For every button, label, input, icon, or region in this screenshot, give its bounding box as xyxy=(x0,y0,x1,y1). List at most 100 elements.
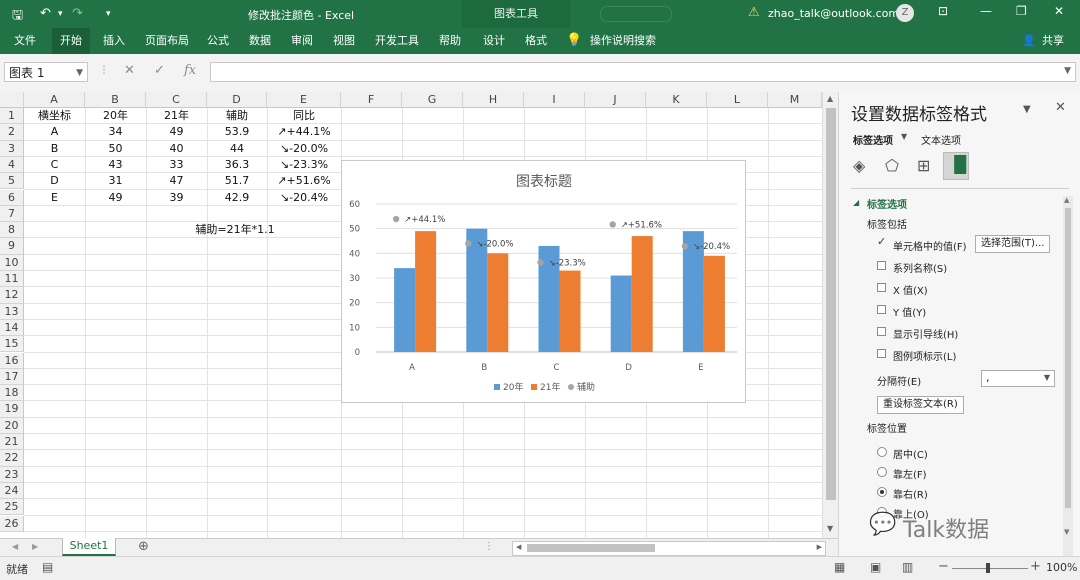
sheet-bar-splitter-icon[interactable]: ⋮ xyxy=(484,541,494,552)
chart[interactable]: 图表标题 0 10 20 30 40 50 60 ↗+44.1% ↘-20.0% ↘-23.3%… xyxy=(341,160,746,403)
data-cell[interactable]: ↘-20.0% xyxy=(267,141,341,157)
row-header[interactable]: 9 xyxy=(0,238,24,255)
data-cell[interactable]: E xyxy=(24,190,85,206)
checkbox[interactable] xyxy=(877,283,886,292)
header-cell[interactable]: 同比 xyxy=(267,108,341,124)
formula-input[interactable]: ▼ xyxy=(210,62,1076,82)
radio-button[interactable] xyxy=(877,487,887,497)
checkbox-label[interactable]: 图例项标示(L) xyxy=(893,348,956,363)
tab-text-options[interactable]: 文本选项 xyxy=(921,132,961,147)
data-cell[interactable]: 49 xyxy=(85,190,146,206)
customize-toolbar-icon[interactable]: ▾ xyxy=(106,9,111,19)
zoom-level[interactable]: 100% xyxy=(1046,561,1077,574)
row-header[interactable]: 10 xyxy=(0,254,24,271)
zoom-slider-thumb[interactable] xyxy=(986,563,990,573)
tab-page-layout[interactable]: 页面布局 xyxy=(140,28,194,54)
pane-close-icon[interactable]: ✕ xyxy=(1055,100,1066,115)
radio-label[interactable]: 居中(C) xyxy=(893,446,928,461)
tab-design[interactable]: 设计 xyxy=(476,28,512,54)
legend-entry[interactable]: 辅助 xyxy=(577,381,595,393)
enter-check-icon[interactable]: ✓ xyxy=(154,63,165,78)
horizontal-scrollbar[interactable]: ◀ ▶ xyxy=(512,541,826,556)
section-collapse-icon[interactable]: ◢ xyxy=(853,198,859,207)
cancel-icon[interactable]: ✕ xyxy=(124,63,135,78)
tab-insert[interactable]: 插入 xyxy=(96,28,132,54)
row-header[interactable]: 12 xyxy=(0,287,24,304)
label-options-icon-button[interactable]: ▐▌ xyxy=(943,152,973,180)
data-cell[interactable]: 36.3 xyxy=(207,157,267,173)
chart-title[interactable]: 图表标题 xyxy=(516,174,572,190)
column-header[interactable]: I xyxy=(524,92,585,108)
column-header[interactable]: B xyxy=(85,92,146,108)
effects-pentagon-icon[interactable]: ⬠ xyxy=(885,156,899,175)
section-label-options[interactable]: 标签选项 xyxy=(867,196,907,211)
row-header[interactable]: 7 xyxy=(0,205,24,223)
separator-select[interactable]: , ▼ xyxy=(981,370,1055,387)
data-cell[interactable]: ↘-23.3% xyxy=(267,157,341,173)
data-cell[interactable]: 42.9 xyxy=(207,190,267,206)
radio-label[interactable]: 靠右(R) xyxy=(893,486,928,501)
row-header[interactable]: 5 xyxy=(0,173,24,190)
legend-entry[interactable]: 20年 xyxy=(503,381,523,393)
row-header[interactable]: 26 xyxy=(0,515,24,532)
data-cell[interactable]: 43 xyxy=(85,157,146,173)
prev-sheet-icon[interactable]: ◀ xyxy=(12,542,18,551)
data-cell[interactable]: ↘-20.4% xyxy=(267,190,341,206)
column-header[interactable]: D xyxy=(207,92,267,108)
data-cell[interactable]: 47 xyxy=(146,173,207,189)
scroll-thumb[interactable] xyxy=(826,108,836,500)
chevron-down-icon[interactable]: ▼ xyxy=(1044,373,1050,382)
data-label[interactable]: ↗+44.1% xyxy=(404,215,445,225)
row-header[interactable]: 23 xyxy=(0,466,24,483)
account-email[interactable]: zhao_talk@outlook.com xyxy=(768,7,899,20)
bar-series2[interactable] xyxy=(487,253,509,352)
expand-formula-icon[interactable]: ▼ xyxy=(1064,66,1071,76)
bar-series2[interactable] xyxy=(631,236,653,352)
pane-scroll-down-icon[interactable]: ▼ xyxy=(1064,528,1069,536)
data-cell[interactable]: 40 xyxy=(146,141,207,157)
column-header[interactable]: F xyxy=(341,92,402,108)
sheet-tab-sheet1[interactable]: Sheet1 xyxy=(62,538,116,556)
checkbox[interactable] xyxy=(877,349,886,358)
bar-series2[interactable] xyxy=(415,231,437,352)
radio-button[interactable] xyxy=(877,467,887,477)
column-header[interactable]: A xyxy=(24,92,85,108)
row-header[interactable]: 6 xyxy=(0,189,24,206)
column-header[interactable]: H xyxy=(463,92,524,108)
bar-series1[interactable] xyxy=(394,268,416,352)
pane-scroll-up-icon[interactable]: ▲ xyxy=(1064,196,1069,204)
column-header[interactable]: C xyxy=(146,92,207,108)
zoom-in-icon[interactable]: + xyxy=(1030,559,1041,574)
bar-series2[interactable] xyxy=(703,255,725,352)
tab-review[interactable]: 审阅 xyxy=(284,28,320,54)
data-cell[interactable]: ↗+51.6% xyxy=(267,173,341,189)
scroll-up-icon[interactable]: ▲ xyxy=(827,94,833,103)
tab-formulas[interactable]: 公式 xyxy=(200,28,236,54)
legend-entry[interactable]: 21年 xyxy=(540,381,560,393)
reset-label-text-button[interactable]: 重设标签文本(R) xyxy=(877,396,964,414)
tab-home[interactable]: 开始 xyxy=(52,28,90,54)
helper-marker[interactable] xyxy=(465,240,472,247)
row-header[interactable]: 4 xyxy=(0,156,24,174)
header-cell[interactable]: 20年 xyxy=(85,108,146,124)
select-all-corner[interactable] xyxy=(0,92,24,108)
row-header[interactable]: 8 xyxy=(0,222,24,239)
data-cell[interactable]: ↗+44.1% xyxy=(267,124,341,140)
fill-line-icon[interactable]: ◈ xyxy=(853,156,865,175)
checkbox[interactable]: ✓ xyxy=(877,235,886,248)
vertical-scrollbar[interactable]: ▲ ▼ xyxy=(822,92,839,538)
legend-marker[interactable] xyxy=(568,384,574,390)
column-header[interactable]: E xyxy=(267,92,341,108)
undo-dropdown-icon[interactable]: ▾ xyxy=(58,9,63,19)
tell-me-search[interactable]: 操作说明搜索 xyxy=(588,28,658,54)
restore-icon[interactable]: ❐ xyxy=(1016,4,1027,18)
row-header[interactable]: 24 xyxy=(0,482,24,500)
page-break-view-icon[interactable]: ▥ xyxy=(902,560,913,574)
column-header[interactable]: M xyxy=(768,92,822,108)
macro-record-icon[interactable]: ▤ xyxy=(42,560,53,574)
chevron-down-icon[interactable]: ▼ xyxy=(76,63,83,83)
column-header[interactable]: G xyxy=(402,92,463,108)
bar-series1[interactable] xyxy=(610,275,632,352)
helper-marker[interactable] xyxy=(392,215,400,223)
row-header[interactable]: 16 xyxy=(0,352,24,369)
